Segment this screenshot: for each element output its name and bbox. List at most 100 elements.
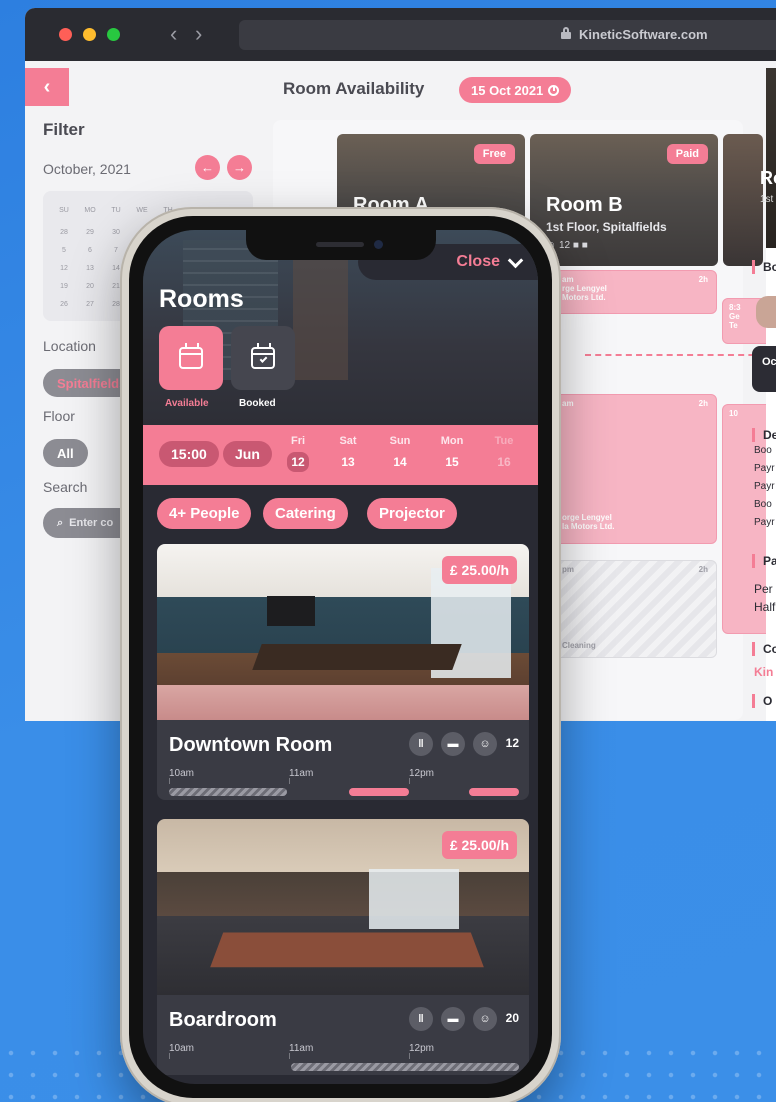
date-time-bar: 15:00 Jun Fri 12 Sat 13 Sun 14 Mon 15 Tue 16 xyxy=(143,425,538,485)
time-selector[interactable]: 15:00 xyxy=(159,441,219,467)
calendar-icon xyxy=(179,343,203,369)
day-sun[interactable]: Sun 14 xyxy=(385,435,415,472)
calendar-week: 567 xyxy=(62,247,118,254)
avatar xyxy=(756,296,776,328)
detail-room-title: Ro xyxy=(760,168,776,188)
tab-available-label: Available xyxy=(165,398,209,409)
search-icon: ⌕ xyxy=(57,516,64,529)
filter-title: Filter xyxy=(43,120,85,139)
table-image xyxy=(210,932,484,968)
tab-booked-label: Booked xyxy=(239,398,276,409)
calendar-check-icon xyxy=(251,343,275,369)
projector-icon: ▬ xyxy=(441,1007,465,1031)
back-button[interactable]: ‹ xyxy=(25,68,69,106)
detail-other-heading: O xyxy=(752,694,772,708)
room-badge: Paid xyxy=(666,144,708,164)
phone-screen: Close Rooms Available Booked 15:00 Jun F… xyxy=(143,230,538,1084)
url-text: KineticSoftware.com xyxy=(579,27,708,42)
room-card-boardroom[interactable]: £ 25.00/h Boardroom ‖ ▬ ☺ 20 10am 11am 1… xyxy=(157,819,529,1075)
room-capacity: 20 xyxy=(505,1011,519,1025)
date-selector[interactable]: 15 Oct 2021 xyxy=(459,77,572,103)
building-image xyxy=(293,260,348,380)
minimize-window-button[interactable] xyxy=(83,28,96,41)
timeline-booked xyxy=(349,788,409,796)
room-card-b[interactable]: Paid Room B 1st Floor, Spitalfields ☺ 12… xyxy=(530,134,718,266)
floor-select[interactable]: All xyxy=(43,439,88,467)
date-label: 15 Oct 2021 xyxy=(471,82,544,98)
day-mon[interactable]: Mon 15 xyxy=(437,435,467,472)
calendar-week: 19 20 21 xyxy=(60,283,120,290)
detail-pricing-heading: Pa xyxy=(752,554,776,568)
timeline-label: 10am xyxy=(169,768,195,779)
month-selector[interactable]: Jun xyxy=(223,441,272,467)
filter-chip-people[interactable]: 4+ People xyxy=(157,498,252,529)
cleaning-slot[interactable]: pm 2h Cleaning xyxy=(555,560,717,658)
search-label: Search xyxy=(43,479,88,495)
close-window-button[interactable] xyxy=(59,28,72,41)
browser-forward-icon[interactable]: › xyxy=(195,21,202,47)
day-tue[interactable]: Tue 16 xyxy=(489,435,519,472)
detail-company-heading: Co xyxy=(752,642,776,656)
timeline-booked xyxy=(469,788,519,796)
room-info: Boardroom ‖ ▬ ☺ 20 10am 11am 12pm xyxy=(157,995,529,1075)
lock-icon xyxy=(561,27,571,39)
clock-icon xyxy=(548,84,560,96)
timeline-label: 10am xyxy=(169,1043,195,1054)
location-label: Location xyxy=(43,338,96,354)
price-badge: £ 25.00/h xyxy=(441,556,517,584)
room-card-c[interactable] xyxy=(723,134,763,266)
booking-slot[interactable]: am 2h rge Lengyel Motors Ltd. xyxy=(555,270,717,314)
timeline-label: 11am xyxy=(289,768,314,779)
calendar-week: 26 27 28 xyxy=(60,301,120,308)
catering-icon: ‖ xyxy=(409,1007,433,1031)
timeline-unavailable xyxy=(169,788,287,796)
room-title: Boardroom xyxy=(169,1009,277,1031)
room-title: Downtown Room xyxy=(169,734,333,756)
chevron-down-icon xyxy=(508,254,524,270)
timeline-unavailable xyxy=(291,1063,519,1071)
calendar-week: 28 29 30 xyxy=(60,229,120,236)
day-sat[interactable]: Sat 13 xyxy=(333,435,363,472)
detail-booking-heading: Bo xyxy=(752,260,776,274)
room-title: Room B xyxy=(546,194,623,216)
next-month-button[interactable]: → xyxy=(227,155,252,180)
floor-label: Floor xyxy=(43,408,75,424)
detail-dark-card[interactable]: Oc xyxy=(752,346,776,392)
detail-details-list: Boo Payr Payr Boo Payr xyxy=(754,445,775,528)
page-title: Room Availability xyxy=(283,79,425,98)
availability-timeline[interactable] xyxy=(169,788,519,796)
timeline-label: 12pm xyxy=(409,1043,435,1054)
projector-icon: ▬ xyxy=(441,732,465,756)
room-capacity: 12 xyxy=(505,736,519,750)
price-badge: £ 25.00/h xyxy=(441,831,517,859)
address-bar[interactable]: KineticSoftware.com xyxy=(239,20,776,50)
people-icon: ☺ xyxy=(473,1007,497,1031)
detail-company-value: Kin xyxy=(754,665,774,679)
current-time-line xyxy=(585,354,776,356)
detail-details-heading: De xyxy=(752,428,776,442)
tab-booked[interactable] xyxy=(231,326,295,390)
timeline-label: 12pm xyxy=(409,768,435,779)
detail-panel xyxy=(766,68,776,721)
timeline-label: 11am xyxy=(289,1043,314,1054)
day-fri[interactable]: Fri 12 xyxy=(283,435,313,472)
people-icon: ☺ xyxy=(473,732,497,756)
prev-month-button[interactable]: ← xyxy=(195,155,220,180)
availability-timeline[interactable] xyxy=(169,1063,519,1071)
browser-back-icon[interactable]: ‹ xyxy=(170,21,177,47)
filter-chip-catering[interactable]: Catering xyxy=(263,498,348,529)
filter-chip-projector[interactable]: Projector xyxy=(367,498,457,529)
room-card-downtown[interactable]: £ 25.00/h Downtown Room ‖ ▬ ☺ 12 10am 11… xyxy=(157,544,529,800)
table-image xyxy=(252,644,462,670)
calendar-week: 12 13 14 xyxy=(60,265,120,272)
room-badge: Free xyxy=(473,144,515,164)
browser-titlebar: ‹ › KineticSoftware.com xyxy=(25,8,776,61)
room-location: 1st Floor, Spitalfields xyxy=(546,220,667,234)
maximize-window-button[interactable] xyxy=(107,28,120,41)
room-photo xyxy=(766,68,776,248)
room-info: Downtown Room ‖ ▬ ☺ 12 10am 11am 12pm xyxy=(157,720,529,800)
catering-icon: ‖ xyxy=(409,732,433,756)
tv-image xyxy=(267,596,315,626)
booking-slot[interactable]: am 2h orge Lengyel la Motors Ltd. xyxy=(555,394,717,544)
tab-available[interactable] xyxy=(159,326,223,390)
